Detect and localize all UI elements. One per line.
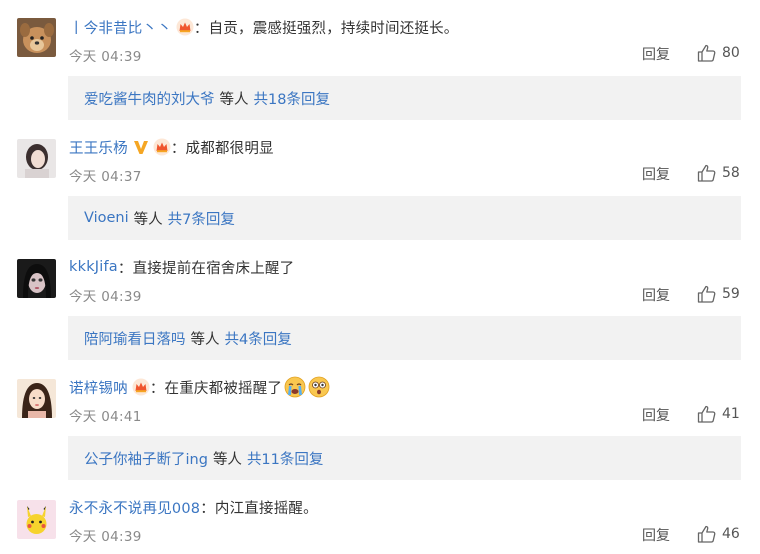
- reply-button[interactable]: 回复: [642, 525, 670, 545]
- reply-total-link[interactable]: 共4条回复: [225, 328, 292, 349]
- colon: ：: [170, 140, 186, 157]
- thumbs-up-icon: [697, 285, 716, 303]
- dog-avatar-icon: [17, 18, 56, 57]
- comment-text: 内江直接摇醒。: [214, 500, 318, 517]
- girl-avatar-icon: [17, 139, 56, 178]
- colon: ：: [200, 500, 215, 517]
- replies-summary[interactable]: 公子你袖子断了ing 等人 共11条回复: [68, 436, 741, 480]
- thumbs-up-icon: [697, 405, 716, 423]
- reply-total-link[interactable]: 共7条回复: [168, 208, 235, 229]
- like-button[interactable]: 80: [697, 44, 740, 62]
- reply-button[interactable]: 回复: [642, 285, 670, 305]
- like-button[interactable]: 41: [697, 405, 740, 423]
- like-count: 80: [722, 45, 740, 61]
- crown-badge-icon: [176, 18, 194, 36]
- avatar[interactable]: [17, 18, 56, 57]
- reply-button[interactable]: 回复: [642, 405, 670, 425]
- like-count: 41: [722, 406, 740, 422]
- comment-line: 丨今非昔比丶丶 ： 自贡，震感挺强烈，持续时间还挺长。: [69, 16, 459, 38]
- avatar[interactable]: [17, 259, 56, 298]
- reply-author-link[interactable]: Vioeni: [84, 210, 129, 226]
- reply-author-link[interactable]: 陪阿瑜看日落吗: [84, 328, 186, 349]
- reply-author-link[interactable]: 公子你袖子断了ing: [84, 448, 208, 469]
- like-button[interactable]: 58: [697, 164, 740, 182]
- reply-etc-text: 等人: [219, 91, 249, 108]
- username-link[interactable]: kkkJifa: [69, 259, 118, 275]
- reply-etc-text: 等人: [212, 451, 242, 468]
- comment-text: 自贡，震感挺强烈，持续时间还挺长。: [208, 20, 459, 37]
- reply-button[interactable]: 回复: [642, 164, 670, 184]
- like-count: 59: [722, 286, 740, 302]
- doll-avatar-icon: [17, 259, 56, 298]
- username-link[interactable]: 丨今非昔比丶丶: [69, 17, 172, 38]
- reply-author-link[interactable]: 爱吃酱牛肉的刘大爷: [84, 88, 215, 109]
- crown-badge-icon: [153, 138, 171, 156]
- comment-time: 今天 04:39: [69, 49, 142, 65]
- verified-v-icon: [133, 141, 148, 154]
- reply-total-link[interactable]: 共11条回复: [247, 448, 323, 469]
- replies-summary[interactable]: 陪阿瑜看日落吗 等人 共4条回复: [68, 316, 741, 360]
- comment-time: 今天 04:39: [69, 529, 142, 545]
- username-link[interactable]: 诺梓锡呐: [69, 377, 128, 398]
- comment-text: 在重庆都被摇醒了: [164, 380, 283, 397]
- replies-summary[interactable]: Vioeni 等人 共7条回复: [68, 196, 741, 240]
- avatar[interactable]: [17, 500, 56, 539]
- comment-line: kkkJifa ： 直接提前在宿舍床上醒了: [69, 256, 294, 278]
- comment-time: 今天 04:39: [69, 289, 142, 305]
- like-count: 58: [722, 165, 740, 181]
- username-link[interactable]: 王王乐杨: [69, 137, 128, 158]
- avatar[interactable]: [17, 379, 56, 418]
- crying-emoji-icon: [284, 376, 306, 398]
- comment-line: 王王乐杨 ： 成都都很明显: [69, 136, 274, 158]
- replies-summary[interactable]: 爱吃酱牛肉的刘大爷 等人 共18条回复: [68, 76, 741, 120]
- colon: ：: [193, 20, 209, 37]
- crown-badge-icon: [132, 378, 150, 396]
- colon: ：: [117, 260, 133, 277]
- like-button[interactable]: 46: [697, 525, 740, 543]
- shocked-emoji-icon: [308, 376, 330, 398]
- reply-total-link[interactable]: 共18条回复: [254, 88, 330, 109]
- reply-etc-text: 等人: [133, 211, 163, 228]
- comment-line: 诺梓锡呐 ： 在重庆都被摇醒了: [69, 376, 330, 398]
- like-button[interactable]: 59: [697, 285, 740, 303]
- comment-line: 永不永不说再见008 ： 内江直接摇醒。: [69, 496, 318, 518]
- reply-button[interactable]: 回复: [642, 44, 670, 64]
- colon: ：: [149, 380, 165, 397]
- like-count: 46: [722, 526, 740, 542]
- comment-time: 今天 04:41: [69, 409, 142, 425]
- reply-etc-text: 等人: [190, 331, 220, 348]
- username-link[interactable]: 永不永不说再见008: [69, 497, 200, 518]
- comment-text: 直接提前在宿舍床上醒了: [132, 260, 295, 277]
- comment-time: 今天 04:37: [69, 169, 142, 185]
- thumbs-up-icon: [697, 525, 716, 543]
- avatar[interactable]: [17, 139, 56, 178]
- pikachu-avatar-icon: [17, 500, 56, 539]
- woman-avatar-icon: [17, 379, 56, 418]
- thumbs-up-icon: [697, 164, 716, 182]
- comment-text: 成都都很明显: [185, 140, 274, 157]
- thumbs-up-icon: [697, 44, 716, 62]
